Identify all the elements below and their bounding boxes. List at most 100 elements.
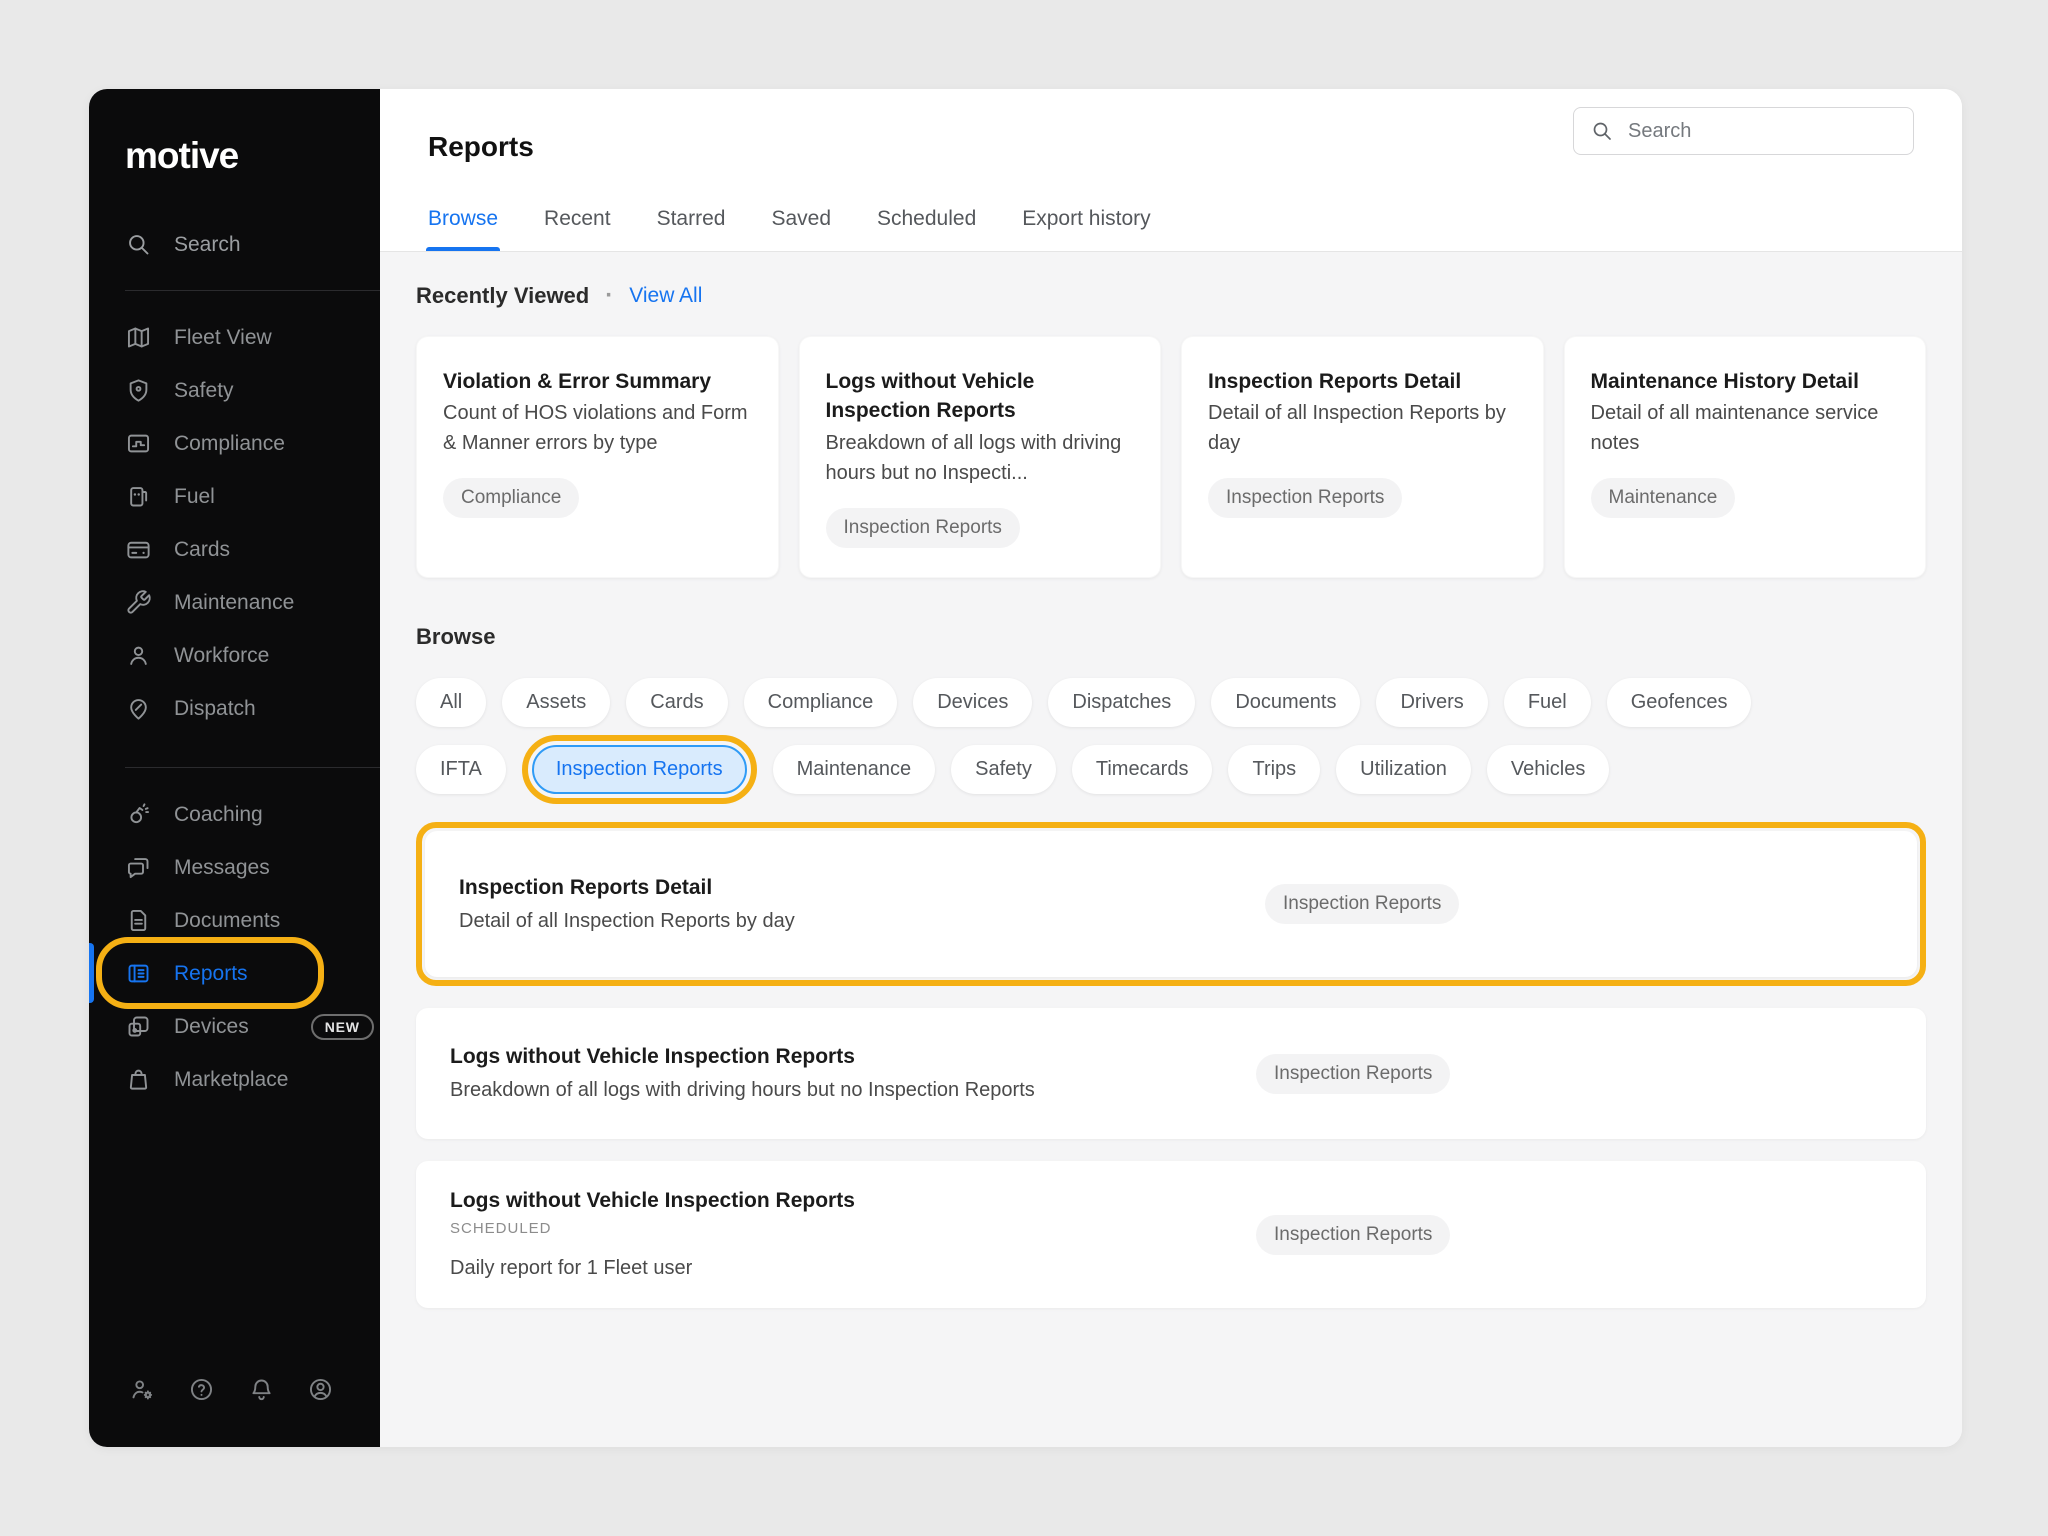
scheduled-badge: SCHEDULED [450, 1220, 1892, 1237]
filter-chip-ifta[interactable]: IFTA [416, 745, 506, 794]
category-tag: Inspection Reports [1208, 478, 1402, 518]
tab-scheduled[interactable]: Scheduled [877, 207, 976, 251]
filter-chip-documents[interactable]: Documents [1211, 678, 1360, 727]
filter-chip-all[interactable]: All [416, 678, 486, 727]
search-icon [1590, 119, 1614, 143]
card-title: Violation & Error Summary [443, 367, 752, 396]
filter-chip-trips[interactable]: Trips [1228, 745, 1320, 794]
report-row-logs-without-vir-scheduled[interactable]: Logs without Vehicle Inspection Reports … [416, 1161, 1926, 1308]
filter-chip-devices[interactable]: Devices [913, 678, 1032, 727]
sidebar-nav-primary: Fleet View Safety Compliance Fuel Cards … [89, 311, 380, 735]
sidebar-item-messages[interactable]: Messages [89, 841, 380, 894]
report-row-description: Detail of all Inspection Reports by day [459, 910, 1883, 933]
credit-card-icon [125, 536, 152, 563]
tab-starred[interactable]: Starred [657, 207, 726, 251]
report-card[interactable]: Inspection Reports Detail Detail of all … [1181, 336, 1544, 578]
sidebar-item-safety[interactable]: Safety [89, 364, 380, 417]
sidebar-item-maintenance[interactable]: Maintenance [89, 576, 380, 629]
card-title: Logs without Vehicle Inspection Reports [826, 367, 1135, 426]
sidebar-item-documents[interactable]: Documents [89, 894, 380, 947]
filter-chip-dispatches[interactable]: Dispatches [1048, 678, 1195, 727]
tab-saved[interactable]: Saved [771, 207, 831, 251]
whistle-icon [125, 801, 152, 828]
sidebar-item-label: Dispatch [174, 697, 256, 721]
sidebar-search[interactable]: Search [125, 231, 344, 258]
card-description: Count of HOS violations and Form & Manne… [443, 398, 752, 458]
report-card[interactable]: Maintenance History Detail Detail of all… [1564, 336, 1927, 578]
sidebar-item-fleet-view[interactable]: Fleet View [89, 311, 380, 364]
category-tag: Inspection Reports [1256, 1054, 1450, 1094]
sidebar-item-label: Cards [174, 538, 230, 562]
tab-export-history[interactable]: Export history [1022, 207, 1150, 251]
tab-browse[interactable]: Browse [428, 207, 498, 251]
filter-chip-vehicles[interactable]: Vehicles [1487, 745, 1610, 794]
filter-chip-maintenance[interactable]: Maintenance [773, 745, 936, 794]
sidebar-item-label: Coaching [174, 803, 263, 827]
person-icon [125, 642, 152, 669]
filter-chip-geofences[interactable]: Geofences [1607, 678, 1752, 727]
sidebar-item-reports[interactable]: Reports [89, 947, 380, 1000]
sidebar-item-label: Fuel [174, 485, 215, 509]
sidebar-footer [89, 1376, 380, 1447]
filter-chip-assets[interactable]: Assets [502, 678, 610, 727]
filter-chip-drivers[interactable]: Drivers [1376, 678, 1487, 727]
category-tag: Maintenance [1591, 478, 1736, 518]
bell-icon[interactable] [248, 1376, 275, 1403]
devices-icon [125, 1013, 152, 1040]
admin-user-gear-icon[interactable] [129, 1376, 156, 1403]
sidebar: motive Search Fleet View Safety Complian… [89, 89, 380, 1447]
sidebar-item-reports-wrap: Reports [89, 947, 380, 1000]
chat-bubbles-icon [125, 854, 152, 881]
tab-recent[interactable]: Recent [544, 207, 611, 251]
card-description: Breakdown of all logs with driving hours… [826, 428, 1135, 488]
account-avatar-icon[interactable] [307, 1376, 334, 1403]
sidebar-nav-secondary: Coaching Messages Documents Reports [89, 788, 380, 1106]
sidebar-item-cards[interactable]: Cards [89, 523, 380, 576]
report-row-title: Logs without Vehicle Inspection Reports [450, 1045, 1892, 1069]
filter-chip-timecards[interactable]: Timecards [1072, 745, 1213, 794]
content: Recently Viewed · View All Violation & E… [380, 252, 1962, 1447]
fuel-pump-icon [125, 483, 152, 510]
main-header: Reports Browse Recent Starred Saved Sche… [380, 89, 1962, 252]
card-title: Inspection Reports Detail [1208, 367, 1517, 396]
filter-chip-fuel[interactable]: Fuel [1504, 678, 1591, 727]
category-filter-row-2: IFTA Inspection Reports Maintenance Safe… [416, 745, 1926, 794]
report-row-logs-without-vir[interactable]: Logs without Vehicle Inspection Reports … [416, 1008, 1926, 1139]
filter-chip-utilization[interactable]: Utilization [1336, 745, 1471, 794]
card-description: Detail of all maintenance service notes [1591, 398, 1900, 458]
main-area: Reports Browse Recent Starred Saved Sche… [380, 89, 1962, 1447]
header-search-box[interactable] [1573, 107, 1914, 155]
report-row-inspection-reports-detail[interactable]: Inspection Reports Detail Detail of all … [425, 831, 1917, 977]
sidebar-item-label: Compliance [174, 432, 285, 456]
sidebar-item-label: Documents [174, 909, 280, 933]
sidebar-item-label: Messages [174, 856, 270, 880]
sidebar-item-dispatch[interactable]: Dispatch [89, 682, 380, 735]
sidebar-item-compliance[interactable]: Compliance [89, 417, 380, 470]
report-row-description: Breakdown of all logs with driving hours… [450, 1079, 1892, 1102]
category-tag: Inspection Reports [1265, 884, 1459, 924]
recently-viewed-cards: Violation & Error Summary Count of HOS v… [416, 336, 1926, 578]
filter-chip-safety[interactable]: Safety [951, 745, 1056, 794]
report-icon [125, 960, 152, 987]
sidebar-item-label: Devices [174, 1015, 249, 1039]
filter-chip-inspection-reports-selected[interactable]: Inspection Reports [532, 745, 747, 794]
report-card[interactable]: Logs without Vehicle Inspection Reports … [799, 336, 1162, 578]
help-icon[interactable] [188, 1376, 215, 1403]
sidebar-item-label: Marketplace [174, 1068, 288, 1092]
shopping-bag-icon [125, 1066, 152, 1093]
sidebar-item-marketplace[interactable]: Marketplace [89, 1053, 380, 1106]
browse-heading: Browse [416, 624, 1926, 650]
header-search-input[interactable] [1628, 120, 1897, 143]
sidebar-item-coaching[interactable]: Coaching [89, 788, 380, 841]
sidebar-item-workforce[interactable]: Workforce [89, 629, 380, 682]
sidebar-item-label: Reports [174, 962, 248, 986]
view-all-link[interactable]: View All [629, 284, 702, 308]
filter-chip-cards[interactable]: Cards [626, 678, 727, 727]
tab-bar: Browse Recent Starred Saved Scheduled Ex… [428, 207, 1914, 251]
category-tag: Compliance [443, 478, 579, 518]
separator-dot: · [605, 282, 613, 310]
sidebar-item-fuel[interactable]: Fuel [89, 470, 380, 523]
sidebar-item-devices[interactable]: Devices NEW [89, 1000, 380, 1053]
report-card[interactable]: Violation & Error Summary Count of HOS v… [416, 336, 779, 578]
filter-chip-compliance[interactable]: Compliance [744, 678, 898, 727]
